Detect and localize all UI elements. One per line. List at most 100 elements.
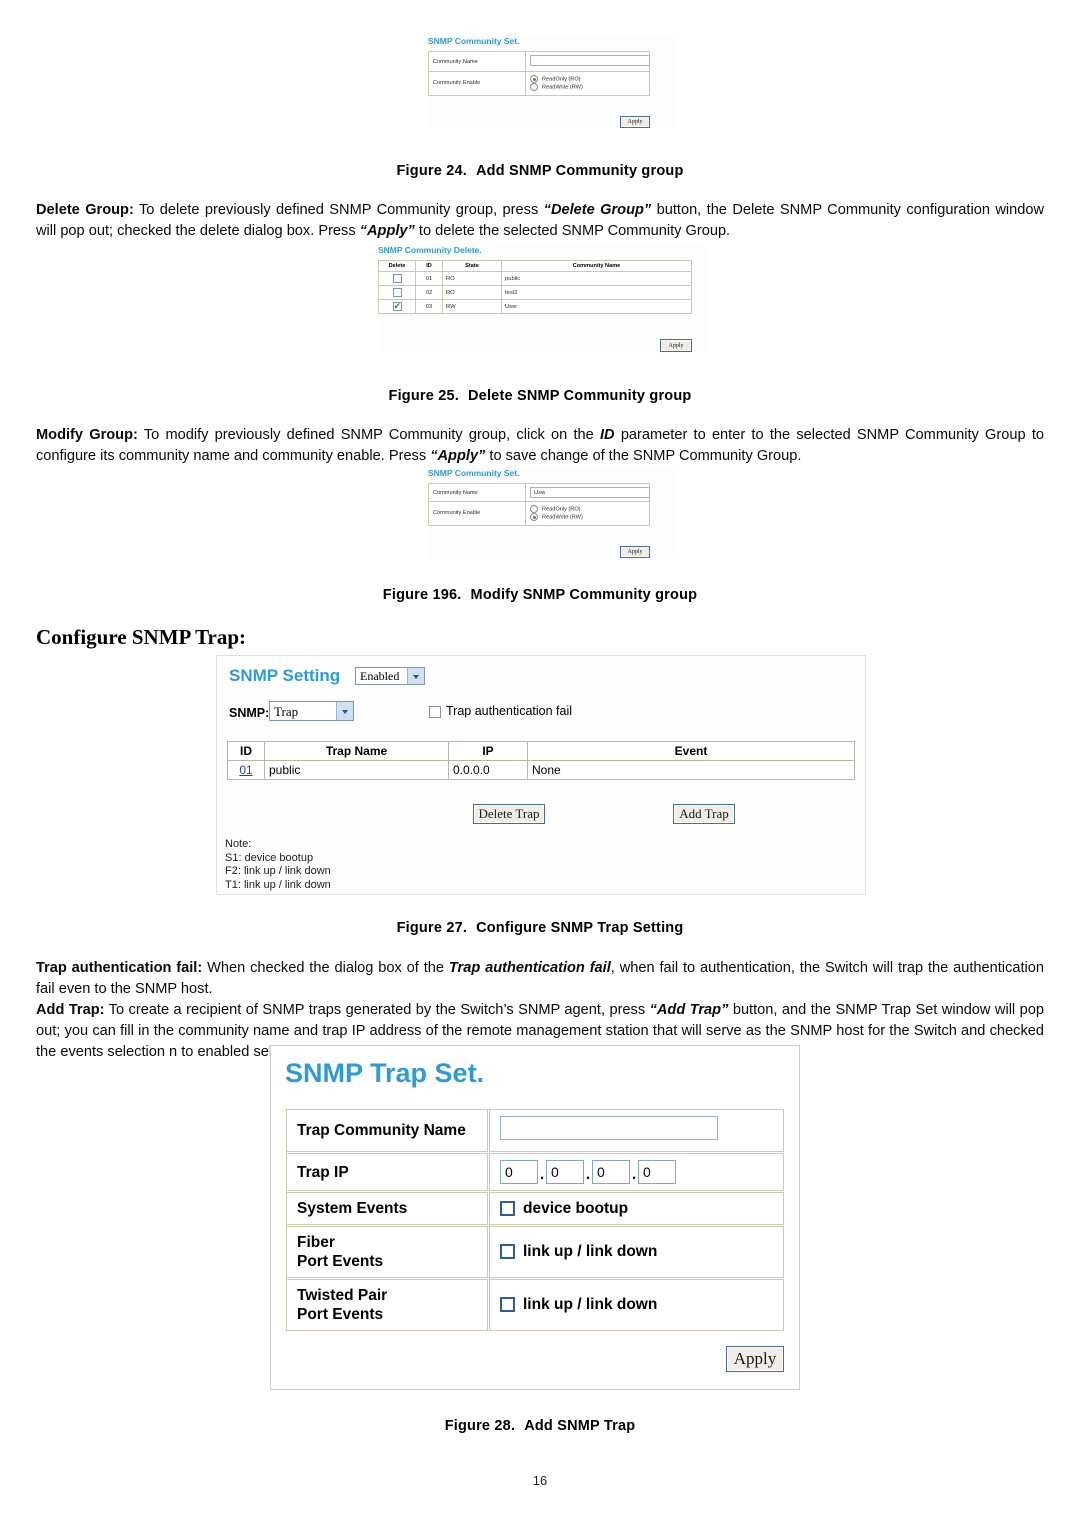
column-header-ip: IP [448,741,528,761]
delete-checkbox[interactable] [392,288,402,297]
delete-checkbox-checked[interactable] [392,301,402,311]
twisted-pair-port-events-cell[interactable]: link up / link down [489,1279,784,1331]
twisted-pair-port-events-label-line1: Twisted Pair [297,1287,388,1304]
fiber-link-updown-checkbox[interactable] [500,1244,515,1260]
apply-button[interactable]: Apply [620,545,650,558]
trap-row-ip: 0.0.0.0 [448,760,528,780]
community-name-input[interactable]: Usw [530,487,650,498]
ip-dot-separator: . [539,1166,545,1183]
trap-ip-label: Trap IP [286,1153,488,1191]
figure-25-caption: Figure 25. Delete SNMP Community group [0,388,1080,404]
delete-checkbox-cell[interactable] [378,299,416,314]
panel-title: SNMP Community Delete. [378,245,482,255]
trap-authentication-fail-row[interactable]: Trap authentication fail [429,704,572,718]
community-name-cell [525,51,650,72]
trap-ip-octet-4[interactable]: 0 [638,1160,676,1184]
apply-button[interactable]: Apply [726,1346,784,1372]
radio-readwrite-icon[interactable] [530,513,538,522]
trap-row-id-cell[interactable]: 01 [227,760,265,780]
community-delete-table: Delete ID State Community Name 01 RO pub… [378,260,692,314]
fiber-link-updown-label: link up / link down [523,1243,658,1260]
delete-checkbox-cell[interactable] [378,271,416,286]
table-row: 01 RO public [378,271,692,286]
apply-row: Apply [378,334,692,352]
row-id[interactable]: 01 [415,271,443,286]
trap-ip-octet-1[interactable]: 0 [500,1160,538,1184]
trap-auth-em-1: Trap authentication fail [448,960,611,976]
snmp-mode-select[interactable]: Trap [269,701,354,721]
column-header-event: Event [527,741,855,761]
table-row: Community Name [428,51,650,72]
figure-27-screenshot: SNMP Setting Enabled SNMP: Trap Trap aut… [216,655,866,895]
table-row: System Events device bootup [286,1192,784,1225]
chevron-down-icon[interactable] [336,702,353,720]
figure-28-caption: Figure 28. Add SNMP Trap [0,1418,1080,1434]
page-title: Configure SNMP Trap: [36,625,247,649]
community-enable-label: Community Enable [428,71,526,96]
delete-group-text-3: to delete the selected SNMP Community Gr… [414,223,731,239]
table-row: Trap IP 0.0.0.0 [286,1153,784,1191]
radio-readwrite-icon[interactable] [530,83,538,92]
trap-community-name-input[interactable] [500,1116,718,1140]
fiber-port-events-label-line2: Port Events [297,1253,384,1270]
column-header-delete: Delete [378,260,416,272]
row-id[interactable]: 03 [415,299,443,314]
delete-checkbox[interactable] [392,274,402,283]
fiber-port-events-cell[interactable]: link up / link down [489,1226,784,1278]
system-events-cell[interactable]: device bootup [489,1192,784,1225]
trap-community-name-label: Trap Community Name [286,1109,488,1152]
add-trap-em-1: “Add Trap” [649,1002,729,1018]
figure-27-caption-number: Figure 27. [396,920,468,936]
add-trap-button[interactable]: Add Trap [673,804,735,824]
twisted-pair-link-updown-checkbox[interactable] [500,1297,515,1313]
system-events-label: System Events [286,1192,488,1225]
table-row: Community Enable ReadOnly (RO) ReadWrite… [428,71,650,96]
trap-ip-octet-3[interactable]: 0 [592,1160,630,1184]
table-row: Fiber Port Events link up / link down [286,1226,784,1278]
modify-group-paragraph: Modify Group: To modify previously defin… [36,425,1044,467]
apply-button[interactable]: Apply [660,339,692,352]
twisted-pair-link-updown-label: link up / link down [523,1296,658,1313]
note-line-t1: T1: link up / link down [225,878,331,891]
device-bootup-label: device bootup [523,1199,629,1217]
community-name-cell: Usw [525,483,650,502]
figure-24-screenshot: SNMP Community Set. Community Name Commu… [428,36,678,128]
figure-24-caption: Figure 24. Add SNMP Community group [0,163,1080,179]
trap-ip-octet-2[interactable]: 0 [546,1160,584,1184]
delete-trap-button[interactable]: Delete Trap [473,804,545,824]
radio-readonly-icon[interactable] [530,75,538,83]
trap-auth-lead: Trap authentication fail: [36,960,203,976]
apply-button[interactable]: Apply [620,115,650,128]
delete-group-text-1: To delete previously defined SNMP Commun… [133,202,544,218]
radio-readonly-icon[interactable] [530,505,538,513]
device-bootup-checkbox[interactable] [500,1200,515,1216]
snmp-enabled-select[interactable]: Enabled [355,667,425,685]
figure-25-caption-text: Delete SNMP Community group [468,388,692,404]
community-name-input[interactable] [530,55,650,66]
delete-group-lead: Delete Group: [36,202,134,218]
radio-readonly-row[interactable]: ReadOnly (RO) [530,505,645,513]
radio-readwrite-row[interactable]: ReadWrite (RW) [530,513,645,522]
table-row: Twisted Pair Port Events link up / link … [286,1279,784,1331]
note-block: Note: S1: device bootup F2: link up / li… [225,838,331,892]
radio-readwrite-row[interactable]: ReadWrite (RW) [530,83,645,92]
page-number: 16 [532,1473,548,1488]
trap-list-table: ID Trap Name IP Event 01 public 0.0.0.0 … [227,741,855,780]
radio-readwrite-label: ReadWrite (RW) [542,514,583,521]
radio-readonly-row[interactable]: ReadOnly (RO) [530,75,645,83]
figure-28-screenshot: SNMP Trap Set. Trap Community Name Trap … [270,1045,800,1390]
figure-196-screenshot: SNMP Community Set. Community Name Usw C… [428,468,678,558]
delete-checkbox-cell[interactable] [378,285,416,300]
column-header-community-name: Community Name [501,260,692,272]
community-set-table: Community Name Community Enable ReadOnly… [428,51,650,96]
ip-dot-separator: . [631,1166,637,1183]
row-id[interactable]: 02 [415,285,443,300]
radio-readonly-label: ReadOnly (RO) [542,76,581,83]
chevron-down-icon[interactable] [407,668,424,684]
trap-id-link[interactable]: 01 [239,763,252,777]
table-header-row: ID Trap Name IP Event [227,741,855,761]
figure-27-caption: Figure 27. Configure SNMP Trap Setting [0,920,1080,936]
row-community-name: test2 [501,285,692,300]
radio-readwrite-label: ReadWrite (RW) [542,84,583,91]
trap-authentication-fail-checkbox[interactable] [429,705,441,718]
